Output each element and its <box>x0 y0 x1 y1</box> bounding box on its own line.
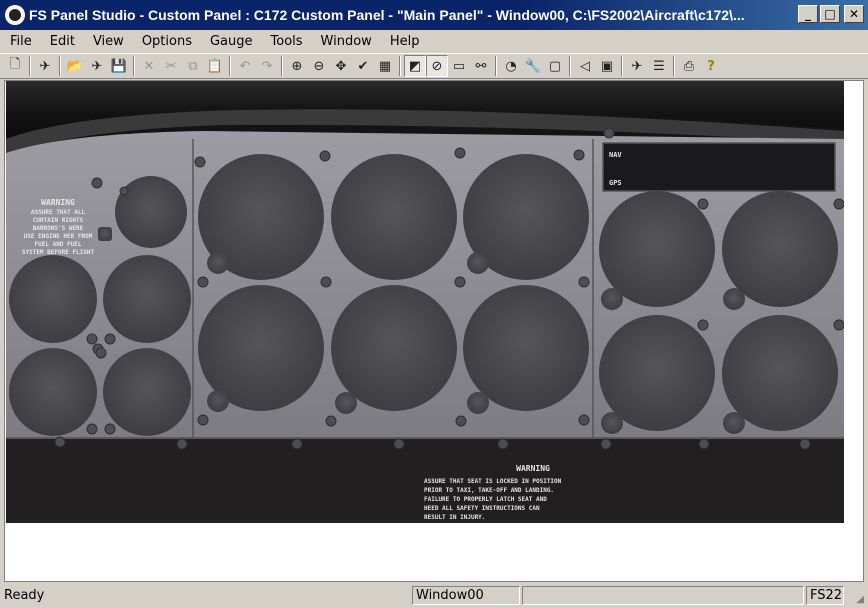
minimize-button[interactable]: _ <box>798 5 818 23</box>
window-title: FS Panel Studio - Custom Panel : C172 Cu… <box>29 7 745 23</box>
checkmark-icon[interactable]: ✔ <box>352 55 374 77</box>
bottom-warning-line: PRIOR TO TAXI, TAKE-OFF AND LANDING. <box>424 487 554 494</box>
delete-icon[interactable]: ✕ <box>138 55 160 77</box>
nav-gps-display[interactable] <box>602 142 836 192</box>
toolbar-separator <box>229 56 231 76</box>
toolbar-separator <box>133 56 135 76</box>
gauge-hole <box>331 154 457 280</box>
status-bar: Ready Window00 FS22 ◢ <box>0 585 868 606</box>
menu-options[interactable]: Options <box>132 34 200 49</box>
knob-hole <box>467 252 489 274</box>
wrench-icon[interactable]: 🔧 <box>522 55 544 77</box>
status-version: FS22 <box>806 586 844 605</box>
knob-hole <box>467 392 489 414</box>
knob-hole <box>207 390 229 412</box>
menu-gauge[interactable]: Gauge <box>200 34 261 49</box>
list-icon[interactable]: ☰ <box>648 55 670 77</box>
close-button[interactable]: ✕ <box>844 5 864 23</box>
left-warning-line: BARRONS'S WERE <box>33 225 84 232</box>
left-warning-title: WARNING <box>41 198 75 207</box>
gauge-hole <box>103 348 191 436</box>
toolbar-separator <box>673 56 675 76</box>
toolbar-separator <box>281 56 283 76</box>
fit-window-icon[interactable]: ✥ <box>330 55 352 77</box>
gauge-hole <box>331 285 457 411</box>
save-icon[interactable]: 💾 <box>108 55 130 77</box>
redo-icon[interactable]: ↷ <box>256 55 278 77</box>
open-aircraft-icon[interactable]: ✈ <box>86 55 108 77</box>
toolbar-separator <box>29 56 31 76</box>
bottom-warning-title: WARNING <box>516 464 550 473</box>
left-warning-line: CURTAIN RIGHTS <box>33 217 84 224</box>
cut-icon[interactable]: ✂ <box>160 55 182 77</box>
app-icon[interactable] <box>5 5 25 25</box>
copy-icon[interactable]: ⧉ <box>182 55 204 77</box>
transparency-icon[interactable]: ⊘ <box>426 55 448 77</box>
knob-hole <box>723 288 745 310</box>
knob-hole <box>207 252 229 274</box>
zoom-out-icon[interactable]: ⊖ <box>308 55 330 77</box>
toolbar-separator <box>399 56 401 76</box>
show-background-icon[interactable]: ◩ <box>404 55 426 77</box>
status-ready: Ready <box>4 588 45 603</box>
grid-icon[interactable]: ▦ <box>374 55 396 77</box>
help-icon[interactable]: ? <box>700 55 722 77</box>
print-icon[interactable]: ⎙ <box>678 55 700 77</box>
aircraft-config-icon[interactable]: ✈ <box>626 55 648 77</box>
left-warning-line: SYSTEM BEFORE FLIGHT <box>22 249 95 256</box>
nav-label: NAV <box>609 151 622 159</box>
gps-label: GPS <box>609 179 622 187</box>
toolbar-separator <box>59 56 61 76</box>
window-controls: _ □ ✕ <box>798 5 864 23</box>
zoom-in-icon[interactable]: ⊕ <box>286 55 308 77</box>
undo-icon[interactable]: ↶ <box>234 55 256 77</box>
resize-grip-icon[interactable]: ◢ <box>846 586 864 605</box>
new-aircraft-icon[interactable]: ✈ <box>34 55 56 77</box>
bottom-warning-line: ASSURE THAT SEAT IS LOCKED IN POSITION <box>424 478 562 485</box>
gauge-hole <box>9 255 97 343</box>
window-icon[interactable]: ▢ <box>544 55 566 77</box>
knob-hole <box>335 392 357 414</box>
menu-view[interactable]: View <box>83 34 132 49</box>
status-extra <box>522 586 804 605</box>
gauge-hole <box>115 176 187 248</box>
picture-icon[interactable]: ▣ <box>596 55 618 77</box>
maximize-button[interactable]: □ <box>820 5 840 23</box>
panel-canvas[interactable]: NAV GPS WARNING ASSURE THAT ALL CURTAIN … <box>4 80 864 582</box>
toolbar: 🗋 ✈ 📂 ✈ 💾 ✕ ✂ ⧉ 📋 ↶ ↷ ⊕ ⊖ ✥ ✔ ▦ ◩ ⊘ ▭ ⚯ … <box>0 53 868 79</box>
gauge-icon[interactable]: ◔ <box>500 55 522 77</box>
sound-icon[interactable]: ◁ <box>574 55 596 77</box>
gauge-hole <box>9 348 97 436</box>
title-bar[interactable]: FS Panel Studio - Custom Panel : C172 Cu… <box>0 0 868 30</box>
gauge-hole <box>463 285 589 411</box>
bottom-warning-line: FAILURE TO PROPERLY LATCH SEAT AND <box>424 496 547 503</box>
open-folder-icon[interactable]: 📂 <box>64 55 86 77</box>
knob-hole <box>601 288 623 310</box>
menu-edit[interactable]: Edit <box>40 34 83 49</box>
toolbar-separator <box>495 56 497 76</box>
status-window: Window00 <box>412 586 520 605</box>
bottom-warning-line: RESULT IN INJURY. <box>424 514 485 521</box>
rectangle-icon[interactable]: ▭ <box>448 55 470 77</box>
paste-icon[interactable]: 📋 <box>204 55 226 77</box>
knob-hole <box>601 412 623 434</box>
knob-hole <box>98 227 112 241</box>
toolbar-separator <box>569 56 571 76</box>
menu-window[interactable]: Window <box>311 34 380 49</box>
panel-bitmap[interactable]: NAV GPS WARNING ASSURE THAT ALL CURTAIN … <box>6 81 844 523</box>
knob-hole <box>723 412 745 434</box>
menu-tools[interactable]: Tools <box>261 34 311 49</box>
bottom-warning-line: HEED ALL SAFETY INSTRUCTIONS CAN <box>424 505 540 512</box>
menu-file[interactable]: File <box>0 34 40 49</box>
new-file-icon[interactable]: 🗋 <box>4 55 26 77</box>
left-warning-line: ASSURE THAT ALL <box>31 209 86 216</box>
binoculars-icon[interactable]: ⚯ <box>470 55 492 77</box>
left-warning-line: USE ENGINE HER FROM <box>24 233 93 240</box>
toolbar-separator <box>621 56 623 76</box>
gauge-hole <box>103 255 191 343</box>
menu-help[interactable]: Help <box>380 34 428 49</box>
menu-bar: File Edit View Options Gauge Tools Windo… <box>0 30 868 52</box>
left-warning-line: FUEL AND FUEL <box>35 241 82 248</box>
